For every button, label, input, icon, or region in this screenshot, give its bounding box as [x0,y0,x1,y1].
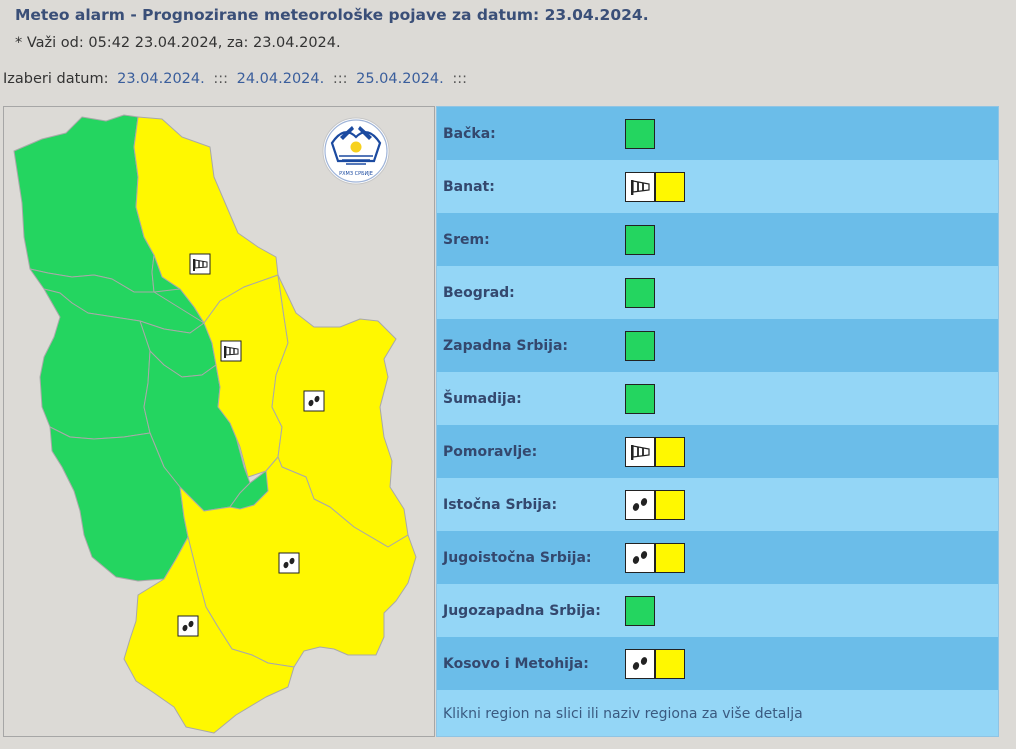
map-icon-pomoravlje[interactable] [220,340,242,362]
date-link-1[interactable]: 23.04.2024. [117,71,205,87]
warning-level-green [625,119,655,149]
region-row[interactable]: Kosovo i Metohija: [437,637,998,690]
wind-icon [631,445,650,460]
region-row[interactable]: Bačka: [437,107,998,160]
map-region-backa[interactable] [13,114,155,293]
warning-type-box [625,437,655,467]
warning-type-box [625,490,655,520]
region-row[interactable]: Banat: [437,160,998,213]
warning-level-green [625,596,655,626]
warning-level-green [625,278,655,308]
warning-type-box [625,172,655,202]
warning-type-box [625,543,655,573]
warning-indicators [625,172,685,202]
region-name[interactable]: Zapadna Srbija: [443,338,568,354]
region-row[interactable]: Istočna Srbija: [437,478,998,531]
warning-indicators [625,384,655,414]
logo-text: РХМЗ СРБИЈЕ [339,171,373,177]
warning-indicators [625,437,685,467]
region-row[interactable]: Beograd: [437,266,998,319]
warning-indicators [625,596,655,626]
region-name[interactable]: Beograd: [443,285,515,301]
region-row[interactable]: Srem: [437,213,998,266]
map-icon-banat[interactable] [189,253,211,275]
rain-icon [632,551,648,564]
date-link-2[interactable]: 24.04.2024. [237,71,325,87]
region-name[interactable]: Jugozapadna Srbija: [443,603,601,619]
region-row[interactable]: Zapadna Srbija: [437,319,998,372]
page-title: Meteo alarm - Prognozirane meteorološke … [15,6,649,24]
date-separator: ::: [332,71,348,87]
date-selector-label: Izaberi datum: [3,71,109,87]
serbia-map: РХМЗ СРБИЈЕ [13,114,417,734]
region-name[interactable]: Kosovo i Metohija: [443,656,589,672]
region-row[interactable]: Pomoravlje: [437,425,998,478]
region-row[interactable]: Šumadija: [437,372,998,425]
warning-indicators [625,649,685,679]
region-name[interactable]: Jugoistočna Srbija: [443,550,592,566]
warning-indicators [625,543,685,573]
map-icon-kosovo[interactable] [177,615,199,637]
region-name[interactable]: Istočna Srbija: [443,497,557,513]
region-name[interactable]: Srem: [443,232,490,248]
rain-icon [632,498,648,511]
warning-indicators [625,490,685,520]
date-separator: ::: [452,71,468,87]
region-row[interactable]: Jugoistočna Srbija: [437,531,998,584]
warning-map: РХМЗ СРБИЈЕ [3,106,435,737]
rhmz-logo: РХМЗ СРБИЈЕ [322,117,390,185]
warning-indicators [625,119,655,149]
warning-level-green [625,384,655,414]
warning-indicators [625,225,655,255]
warning-indicators [625,331,655,361]
footer-hint: Klikni region na slici ili naziv regiona… [443,706,803,722]
warning-level-yellow [655,490,685,520]
warning-indicators [625,278,655,308]
region-name[interactable]: Šumadija: [443,391,522,407]
footer-hint-row: Klikni region na slici ili naziv regiona… [437,690,998,736]
region-list: Bačka: Banat: Srem: Beograd: Zapadna Srbija:… [436,106,999,737]
rain-icon [632,657,648,670]
warning-level-yellow [655,543,685,573]
warning-type-box [625,649,655,679]
map-icon-jugoistocna[interactable] [278,552,300,574]
warning-level-yellow [655,437,685,467]
region-name[interactable]: Bačka: [443,126,496,142]
wind-icon [631,180,650,195]
date-link-3[interactable]: 25.04.2024. [356,71,444,87]
warning-level-green [625,225,655,255]
region-row[interactable]: Jugozapadna Srbija: [437,584,998,637]
map-icon-istocna[interactable] [303,390,325,412]
warning-level-yellow [655,649,685,679]
date-separator: ::: [213,71,228,87]
region-name[interactable]: Banat: [443,179,495,195]
validity-text: * Važi od: 05:42 23.04.2024, za: 23.04.2… [15,35,341,51]
region-name[interactable]: Pomoravlje: [443,444,537,460]
date-selector: Izaberi datum: 23.04.2024. ::: 24.04.202… [3,71,467,87]
warning-level-yellow [655,172,685,202]
warning-level-green [625,331,655,361]
